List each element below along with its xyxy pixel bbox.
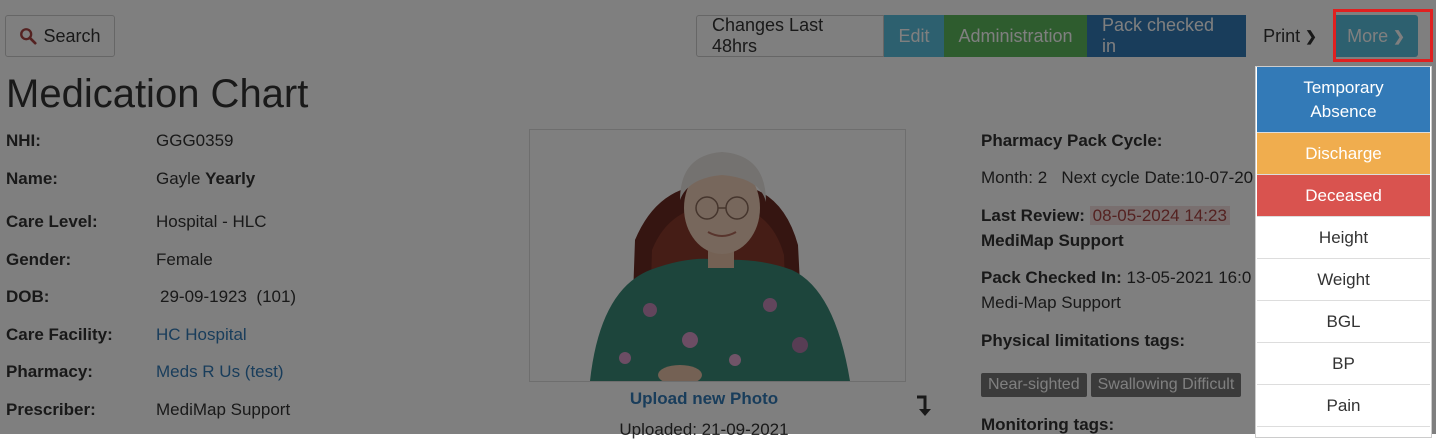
more-dropdown-menu: Temporary Absence Discharge Deceased Hei… xyxy=(1255,66,1432,438)
menu-item-bp[interactable]: BP xyxy=(1257,343,1430,385)
more-button-highlight xyxy=(1333,9,1433,62)
medication-chart-page: Search Changes Last 48hrs Edit Administr… xyxy=(0,0,1436,439)
menu-item-weight[interactable]: Weight xyxy=(1257,259,1430,301)
menu-item-discharge[interactable]: Discharge xyxy=(1257,133,1430,175)
menu-item-pain[interactable]: Pain xyxy=(1257,385,1430,427)
menu-item-temporary-absence[interactable]: Temporary Absence xyxy=(1257,67,1430,133)
menu-item-height[interactable]: Height xyxy=(1257,217,1430,259)
menu-item-deceased[interactable]: Deceased xyxy=(1257,175,1430,217)
menu-item-bgl[interactable]: BGL xyxy=(1257,301,1430,343)
menu-item-partial xyxy=(1257,427,1430,437)
modal-backdrop xyxy=(0,0,1436,434)
